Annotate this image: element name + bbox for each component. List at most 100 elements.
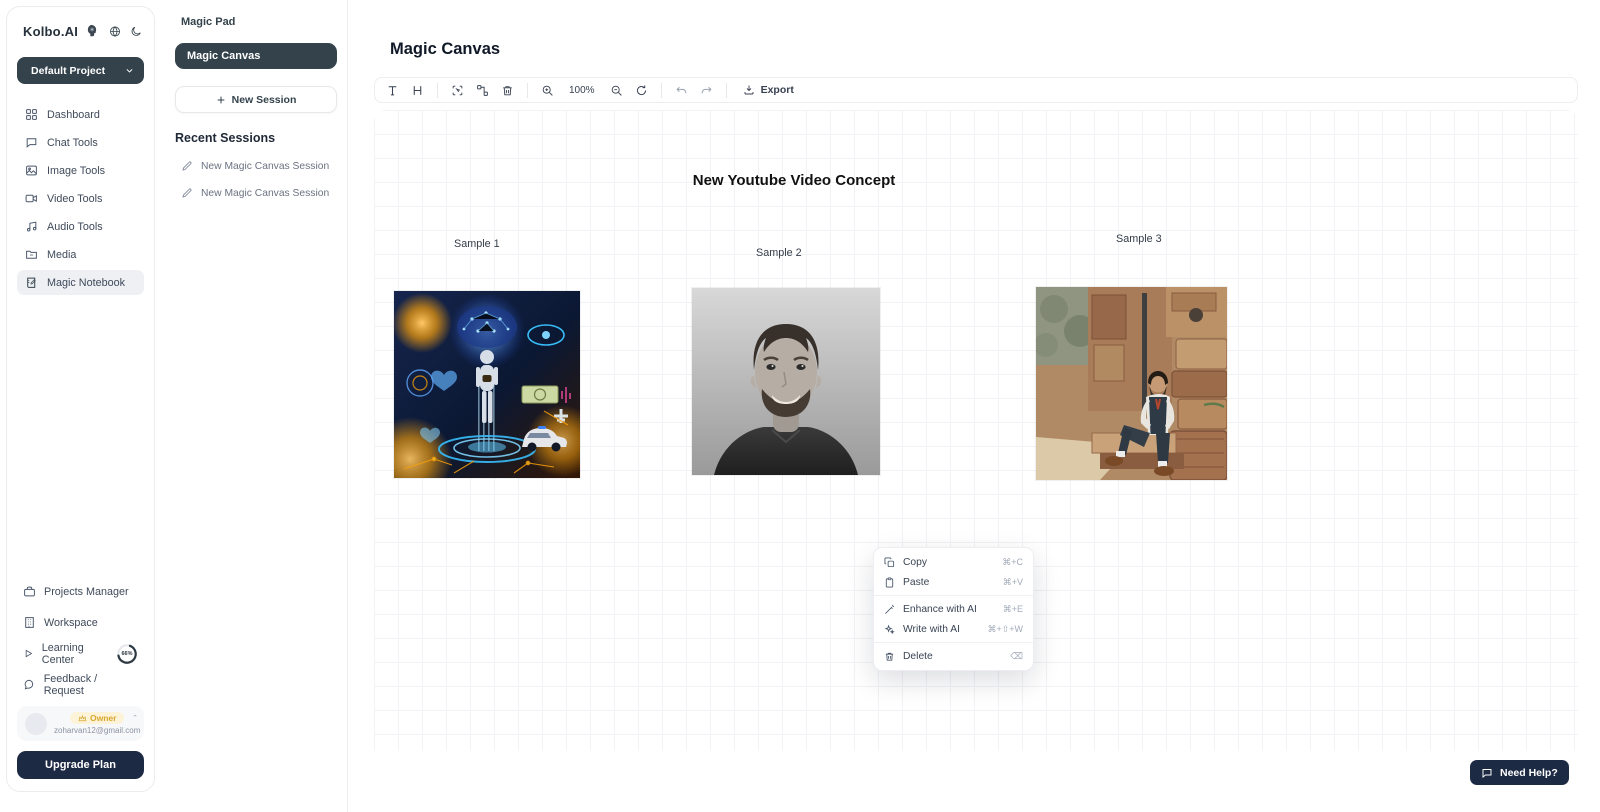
context-item-label: Delete xyxy=(903,651,1002,662)
page-title: Magic Canvas xyxy=(390,40,500,59)
dashboard-icon xyxy=(25,108,38,121)
music-note-icon xyxy=(25,220,38,233)
context-menu-enhance-with-ai[interactable]: Enhance with AI ⌘+E xyxy=(874,599,1033,619)
sidebar-bottom-nav: Projects Manager Workspace Learning Cent… xyxy=(17,580,144,696)
zoom-in-button[interactable] xyxy=(536,80,559,100)
session-item-label: New Magic Canvas Session xyxy=(201,161,329,172)
context-menu-divider xyxy=(874,642,1033,643)
paste-icon xyxy=(884,577,895,588)
help-chat-icon xyxy=(1481,767,1493,779)
app-root: Kolbo.AI Default Project Dashboard Chat … xyxy=(0,0,1600,812)
context-item-shortcut: ⌘+C xyxy=(1002,557,1023,568)
plus-icon xyxy=(216,95,226,105)
context-menu-write-with-ai[interactable]: Write with AI ⌘+⇧+W xyxy=(874,619,1033,639)
canvas-heading-text[interactable]: New Youtube Video Concept xyxy=(664,172,924,189)
context-item-shortcut: ⌘+E xyxy=(1003,604,1023,615)
sidebar-item-dashboard[interactable]: Dashboard xyxy=(17,102,144,127)
session-list-item[interactable]: New Magic Canvas Session xyxy=(175,187,337,199)
toolbar-separator xyxy=(726,83,727,98)
trash-icon xyxy=(884,651,895,662)
video-camera-icon xyxy=(25,192,38,205)
sample-3-label[interactable]: Sample 3 xyxy=(1116,233,1162,245)
building-icon xyxy=(23,616,36,629)
select-tool-button[interactable] xyxy=(446,80,469,100)
context-menu: Copy ⌘+C Paste ⌘+V Enhance with AI ⌘+E W… xyxy=(873,547,1034,671)
sidebar-item-label: Chat Tools xyxy=(47,137,98,149)
sidebar-item-label: Magic Notebook xyxy=(47,277,125,289)
user-account-chip[interactable]: Owner zoharvan12@gmail.com ⌃ xyxy=(17,706,144,741)
context-item-shortcut: ⌫ xyxy=(1010,651,1023,662)
learning-progress-ring: 66% xyxy=(116,643,138,665)
sidebar-item-learning-center[interactable]: Learning Center 66% xyxy=(17,642,144,665)
context-item-label: Enhance with AI xyxy=(903,604,995,615)
sidebar-item-label: Image Tools xyxy=(47,165,105,177)
language-globe-icon[interactable] xyxy=(109,25,121,38)
sidebar-item-media[interactable]: Media xyxy=(17,242,144,267)
context-item-label: Copy xyxy=(903,557,994,568)
text-tool-button[interactable] xyxy=(381,80,404,100)
canvas-toolbar: 100% Export xyxy=(374,77,1578,103)
logo-row: Kolbo.AI xyxy=(17,21,144,39)
user-email: zoharvan12@gmail.com xyxy=(54,726,140,735)
sidebar-item-label: Media xyxy=(47,249,76,261)
redo-button[interactable] xyxy=(695,80,718,100)
sidebar-item-workspace[interactable]: Workspace xyxy=(17,611,144,634)
sidebar-item-label: Audio Tools xyxy=(47,221,103,233)
nav-item-magic-canvas[interactable]: Magic Canvas xyxy=(175,43,337,69)
project-selector[interactable]: Default Project xyxy=(17,57,144,84)
sessions-panel: Magic Pad Magic Canvas New Session Recen… xyxy=(163,0,348,812)
undo-button[interactable] xyxy=(670,80,693,100)
sample-1-label[interactable]: Sample 1 xyxy=(454,238,500,250)
zoom-out-button[interactable] xyxy=(605,80,628,100)
export-button[interactable]: Export xyxy=(735,84,802,96)
upgrade-plan-button[interactable]: Upgrade Plan xyxy=(17,751,144,779)
image-icon xyxy=(25,164,38,177)
briefcase-icon xyxy=(23,585,36,598)
magic-canvas-grid[interactable]: New Youtube Video Concept Sample 1 Sampl… xyxy=(374,110,1578,751)
sidebar-item-label: Feedback / Request xyxy=(44,673,138,697)
context-menu-delete[interactable]: Delete ⌫ xyxy=(874,646,1033,666)
media-folder-icon xyxy=(25,248,38,261)
new-session-button[interactable]: New Session xyxy=(175,86,337,113)
delete-tool-button[interactable] xyxy=(496,80,519,100)
zoom-level: 100% xyxy=(561,85,603,96)
learning-progress-value: 66% xyxy=(116,643,138,665)
sample-image-2[interactable] xyxy=(692,288,880,475)
magic-wand-icon xyxy=(884,604,895,615)
sample-2-label[interactable]: Sample 2 xyxy=(756,247,802,259)
reset-view-button[interactable] xyxy=(630,80,653,100)
sample-image-3[interactable] xyxy=(1036,287,1227,480)
sidebar-item-magic-notebook[interactable]: Magic Notebook xyxy=(17,270,144,295)
ai-head-logo-icon xyxy=(85,23,100,39)
sidebar-item-audio-tools[interactable]: Audio Tools xyxy=(17,214,144,239)
feedback-bubble-icon xyxy=(23,678,36,691)
context-menu-copy[interactable]: Copy ⌘+C xyxy=(874,552,1033,572)
sidebar-item-image-tools[interactable]: Image Tools xyxy=(17,158,144,183)
new-session-label: New Session xyxy=(232,94,297,106)
sample-image-1[interactable] xyxy=(394,291,580,478)
sidebar-item-feedback[interactable]: Feedback / Request xyxy=(17,673,144,696)
session-item-label: New Magic Canvas Session xyxy=(201,188,329,199)
user-info: Owner zoharvan12@gmail.com xyxy=(54,712,140,735)
avatar xyxy=(25,713,47,735)
connector-tool-button[interactable] xyxy=(471,80,494,100)
session-list-item[interactable]: New Magic Canvas Session xyxy=(175,160,337,172)
sidebar-item-label: Video Tools xyxy=(47,193,102,205)
sidebar-item-label: Workspace xyxy=(44,617,98,629)
heading-tool-button[interactable] xyxy=(406,80,429,100)
sidebar-item-chat-tools[interactable]: Chat Tools xyxy=(17,130,144,155)
app-logo: Kolbo.AI xyxy=(23,24,78,39)
context-item-shortcut: ⌘+V xyxy=(1003,577,1023,588)
sidebar-item-video-tools[interactable]: Video Tools xyxy=(17,186,144,211)
need-help-button[interactable]: Need Help? xyxy=(1470,760,1569,785)
chat-bubble-icon xyxy=(25,136,38,149)
context-menu-paste[interactable]: Paste ⌘+V xyxy=(874,572,1033,592)
pencil-icon xyxy=(181,187,193,199)
sidebar-item-label: Learning Center xyxy=(42,642,106,666)
sidebar-item-projects-manager[interactable]: Projects Manager xyxy=(17,580,144,603)
dark-mode-moon-icon[interactable] xyxy=(130,25,142,38)
chevron-down-icon xyxy=(125,66,134,75)
nav-item-magic-pad[interactable]: Magic Pad xyxy=(175,14,337,30)
pencil-icon xyxy=(181,160,193,172)
context-item-label: Paste xyxy=(903,577,995,588)
